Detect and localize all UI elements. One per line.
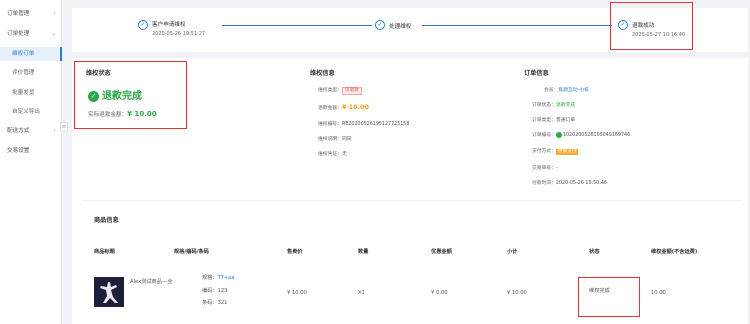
code-line: 编码：123: [202, 287, 227, 294]
label: 支付方式：: [532, 149, 556, 154]
spec-value: TT+aa: [217, 275, 235, 281]
chevron-down-icon: ⌄: [50, 30, 56, 37]
label: 维权凭证：: [318, 152, 342, 157]
check-icon: ✓: [375, 20, 385, 30]
sidebar-item-label: 订单处理: [7, 31, 30, 37]
order-type-value: 普通订单: [556, 118, 576, 123]
order-number-value: 10202005261950491697​46: [563, 133, 631, 138]
pay-method: 支付方式： 余额支付: [532, 147, 579, 155]
label: 订单类型：: [532, 118, 556, 123]
sidebar-item-trade-settings[interactable]: 交易设置: [0, 144, 62, 158]
label: 规格：: [202, 275, 218, 281]
order-status-value: 退款完成: [556, 103, 576, 108]
highlight-box: [74, 61, 187, 129]
sidebar-item-label: 自定义导出: [12, 109, 40, 115]
label: 订单编号：: [532, 133, 556, 138]
step-connector: [422, 25, 612, 26]
step-title: 处理维权: [389, 24, 412, 30]
column-header: 优惠金额: [431, 249, 452, 255]
column-header: 售卖价: [287, 249, 303, 255]
subtotal-cell: ¥ 10.00: [507, 290, 527, 296]
barcode-value: 321: [217, 300, 228, 306]
column-header: 数量: [358, 249, 369, 255]
column-header: 小计: [507, 249, 518, 255]
sidebar-item-rights-orders[interactable]: 维权订单: [0, 47, 62, 61]
code-value: 123: [217, 288, 228, 294]
rights-type-tag: 仅退款: [342, 87, 362, 95]
label: 维权编号：: [318, 122, 342, 127]
order-section-title: 订单信息: [524, 70, 549, 77]
rights-proof-value: 无: [342, 152, 347, 157]
label: 会员：: [544, 88, 559, 93]
sidebar-item-order-processing[interactable]: 订单处理 ⌄: [0, 27, 62, 41]
chevron-right-icon: ›: [53, 10, 56, 17]
sidebar: 订单管理 › 订单处理 ⌄ 维权订单 评价管理 批量发货 自定义导出 配送方式 …: [0, 0, 62, 324]
discount-cell: ¥ 0.00: [431, 290, 448, 296]
member-link[interactable]: 焦颜互动-小栋: [558, 88, 589, 93]
rights-number-value: RE20200526195127725158: [342, 122, 410, 127]
step-connector: [222, 25, 372, 26]
collapse-sidebar-icon[interactable]: ≡: [60, 122, 68, 132]
barcode-line: 条码：321: [202, 299, 227, 306]
order-member: 会员：焦颜互动-小栋: [544, 86, 589, 93]
step-time: 2020-05-26 19:51:27: [152, 31, 206, 37]
sidebar-item-label: 交易设置: [7, 148, 30, 154]
highlight-box: [610, 2, 693, 50]
order-status: 订单状态：退款完成: [532, 101, 575, 108]
goods-section: 商品信息 商品标题 规格/编码/条码 售卖价 数量 优惠金额 小计 状态 维权金…: [82, 200, 742, 324]
pay-method-tag: 余额支付: [556, 149, 579, 155]
rights-amount-value: ¥ 10.00: [342, 103, 369, 111]
sidebar-item-label: 批量发货: [12, 90, 35, 96]
rights-desc: 维权说明：同同: [318, 135, 352, 142]
trade-number-value: -: [556, 166, 558, 171]
sidebar-item-label: 配送方式: [7, 128, 30, 134]
sidebar-item-label: 维权订单: [12, 51, 35, 57]
refund-amount-cell: 10.00: [651, 290, 666, 296]
wechat-icon: [556, 131, 562, 138]
pay-time-value: 2020-05-26 19:50:46: [556, 181, 607, 186]
rights-desc-value: 同同: [342, 137, 352, 142]
label: 退款金额：: [318, 106, 342, 111]
column-header: 状态: [589, 249, 600, 255]
label: 维权类型：: [318, 88, 342, 93]
label: 编码：: [202, 288, 218, 294]
order-type: 订单类型：普通订单: [532, 116, 575, 123]
goods-section-title: 商品信息: [94, 217, 119, 224]
column-header: 维权金额(不含运费): [651, 249, 698, 255]
jumpman-logo-icon: [94, 277, 124, 307]
sidebar-item-reviews[interactable]: 评价管理: [0, 66, 62, 80]
sidebar-item-delivery[interactable]: 配送方式 ›: [0, 124, 62, 138]
rights-amount: 退款金额：¥ 10.00: [318, 103, 369, 111]
check-icon: ✓: [138, 20, 148, 30]
label: 维权说明：: [318, 137, 342, 142]
highlight-box: [578, 277, 640, 317]
label: 付款时间：: [532, 181, 556, 186]
sidebar-item-bulk-ship[interactable]: 批量发货: [0, 86, 62, 100]
chevron-right-icon: ›: [53, 127, 56, 134]
label: 订单状态：: [532, 103, 556, 108]
rights-type: 维权类型： 仅退款: [318, 86, 362, 95]
step-title: 客户申请维权: [152, 22, 186, 28]
sidebar-item-custom-export[interactable]: 自定义导出: [0, 105, 62, 119]
sidebar-item-label: 评价管理: [12, 70, 35, 76]
sidebar-item-order-management[interactable]: 订单管理 ›: [0, 7, 62, 21]
price-cell: ¥ 10.00: [287, 290, 307, 296]
rights-section-title: 维权信息: [310, 70, 335, 77]
order-number: 订单编号： 10202005261950491697​46: [532, 131, 630, 138]
trade-number: 交易单号：-: [532, 164, 558, 171]
pay-time: 付款时间：2020-05-26 19:50:46: [532, 179, 607, 186]
sidebar-item-label: 订单管理: [7, 11, 30, 17]
column-header: 商品标题: [94, 249, 115, 255]
spec-line: 规格：TT+aa: [202, 274, 235, 281]
product-image[interactable]: [94, 277, 124, 307]
product-name[interactable]: Alex测试商品---全: [130, 278, 173, 285]
column-header: 规格/编码/条码: [174, 249, 209, 255]
rights-proof: 维权凭证：无: [318, 150, 347, 157]
quantity-cell: X1: [358, 290, 365, 296]
label: 交易单号：: [532, 166, 556, 171]
label: 条码：: [202, 300, 218, 306]
rights-number: 维权编号：RE20200526195127725158: [318, 120, 409, 127]
